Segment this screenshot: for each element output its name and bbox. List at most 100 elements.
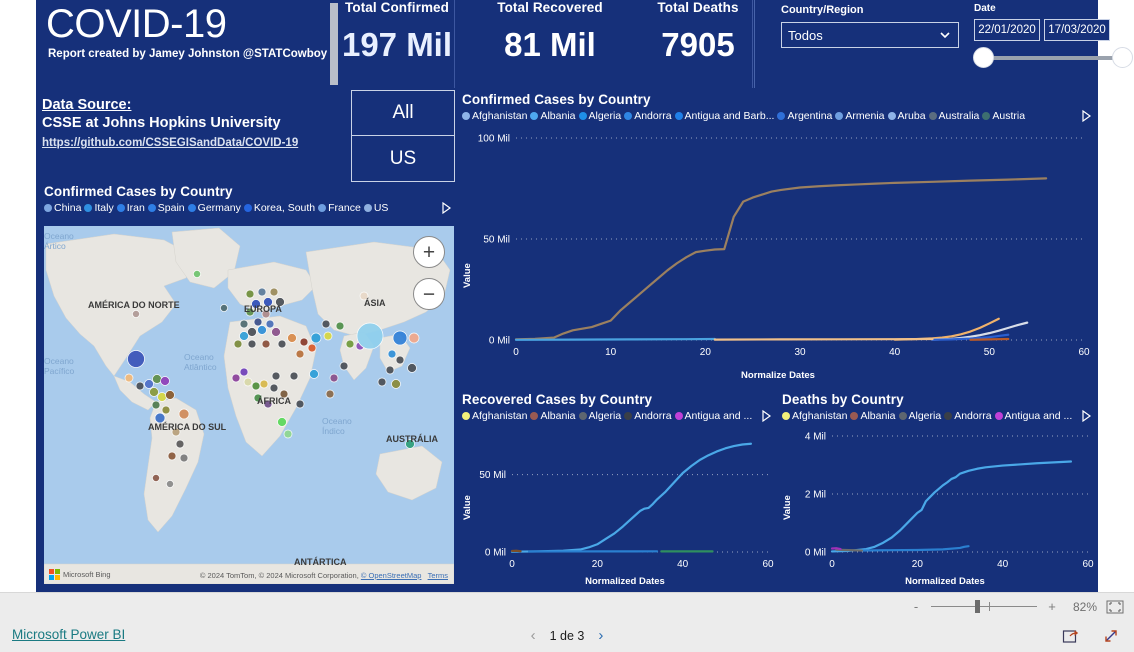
chart-legend-item[interactable]: Afghanistan bbox=[462, 410, 527, 422]
map-zoom-in-button[interactable]: + bbox=[413, 236, 445, 268]
legend-swatch-icon bbox=[578, 412, 587, 420]
bing-label: Microsoft Bing bbox=[63, 570, 111, 579]
page-navigator: ‹ 1 de 3 › bbox=[531, 619, 604, 652]
chart-series-line bbox=[510, 442, 753, 553]
map-visual: Confirmed Cases by Country China Italy Ira… bbox=[40, 180, 458, 588]
x-axis-tick-label: 20 bbox=[912, 559, 924, 570]
legend-swatch-icon bbox=[994, 412, 1003, 420]
map-zoom-out-button[interactable]: − bbox=[413, 278, 445, 310]
zoom-out-button[interactable]: - bbox=[910, 599, 922, 614]
chart-title: Recovered Cases by Country bbox=[462, 392, 653, 407]
x-axis-tick-label: 0 bbox=[509, 559, 515, 570]
ocean-label-indian: Oceano Índico bbox=[322, 416, 352, 436]
chart-legend-item[interactable]: Andorra bbox=[624, 410, 672, 422]
openstreetmap-link[interactable]: © OpenStreetMap bbox=[361, 571, 422, 580]
date-end-field[interactable]: 17/03/2020 bbox=[1044, 19, 1110, 41]
chart-legend-item[interactable]: Argentina bbox=[777, 110, 832, 122]
kpi-label: Total Confirmed bbox=[345, 0, 449, 15]
date-slider-track[interactable] bbox=[983, 56, 1117, 60]
chart-legend-item[interactable]: Algeria bbox=[578, 110, 621, 122]
chart-title: Confirmed Cases by Country bbox=[462, 92, 651, 107]
us-button[interactable]: US bbox=[351, 136, 455, 182]
chart-plot-area[interactable]: 0 Mil 50 Mil 0 20 40 60 bbox=[458, 428, 778, 581]
map-legend-item[interactable]: France bbox=[318, 202, 361, 214]
report-byline: Report created by Jamey Johnston @STATCo… bbox=[48, 48, 328, 60]
chart-legend-item[interactable]: Afghanistan bbox=[782, 410, 847, 422]
x-axis-tick-label: 60 bbox=[1082, 559, 1094, 570]
legend-next-arrow-icon[interactable] bbox=[1080, 409, 1092, 423]
chart-legend-item[interactable]: Andorra bbox=[624, 110, 672, 122]
chevron-left-icon[interactable]: ‹ bbox=[531, 627, 536, 644]
chart-legend-item[interactable]: Australia bbox=[928, 110, 979, 122]
zoom-slider-tick bbox=[989, 602, 990, 611]
kpi-separator bbox=[454, 0, 455, 88]
map-canvas[interactable]: AMÉRICA DO NORTE EUROPA ÁSIA ÁFRICA AMÉR… bbox=[42, 224, 456, 586]
chart-series-line bbox=[514, 177, 1048, 341]
terms-link[interactable]: Terms bbox=[428, 571, 448, 580]
bing-logo: Microsoft Bing bbox=[49, 569, 111, 580]
map-legend-item[interactable]: Iran bbox=[116, 202, 145, 214]
map-legend-item[interactable]: US bbox=[363, 202, 388, 214]
zoom-slider-thumb[interactable] bbox=[975, 600, 980, 613]
map-legend-item[interactable]: China bbox=[44, 202, 81, 214]
chart-legend-item[interactable]: Afghanistan bbox=[462, 110, 527, 122]
data-source-block: Data Source: CSSE at Johns Hopkins Unive… bbox=[42, 96, 372, 151]
x-axis-tick-label: 20 bbox=[592, 559, 604, 570]
kpi-total-recovered[interactable]: Total Recovered 81 Mil bbox=[470, 0, 630, 69]
kpi-total-confirmed[interactable]: Total Confirmed 197 Mil bbox=[322, 0, 472, 69]
chart-legend-item[interactable]: Antigua and Barb... bbox=[674, 110, 774, 122]
data-source-url[interactable]: https://github.com/CSSEGISandData/COVID-… bbox=[42, 135, 298, 151]
map-legend-item[interactable]: Korea, South bbox=[243, 202, 315, 214]
chart-series-line bbox=[830, 547, 842, 551]
chart-legend-item[interactable]: Albania bbox=[850, 410, 896, 422]
zoom-slider[interactable] bbox=[931, 600, 1037, 613]
power-bi-brand-link[interactable]: Microsoft Power BI bbox=[12, 627, 125, 642]
legend-swatch-icon bbox=[187, 204, 196, 212]
recovered-cases-chart: Recovered Cases by Country Afghanistan Al… bbox=[458, 388, 778, 592]
chevron-right-icon[interactable]: › bbox=[598, 627, 603, 644]
map-label-europe: EUROPA bbox=[244, 304, 282, 314]
legend-label: Albania bbox=[540, 110, 576, 122]
x-axis-tick-label: 20 bbox=[700, 347, 712, 358]
chart-plot-area[interactable]: 0 Mil 50 Mil 100 Mil 0 10 20 30 40 50 60 bbox=[458, 130, 1098, 375]
chart-legend-item[interactable]: Antigua and ... bbox=[674, 410, 752, 422]
chart-legend-item[interactable]: Austria bbox=[982, 110, 1025, 122]
date-slider-handle-left[interactable] bbox=[973, 47, 994, 68]
legend-next-arrow-icon[interactable] bbox=[440, 201, 452, 215]
share-icon[interactable] bbox=[1062, 627, 1080, 645]
date-start-field[interactable]: 22/01/2020 bbox=[974, 19, 1040, 41]
legend-label: Germany bbox=[197, 202, 241, 214]
legend-next-arrow-icon[interactable] bbox=[1080, 109, 1092, 123]
y-axis-tick-label: 4 Mil bbox=[805, 432, 826, 443]
map-legend-item[interactable]: Italy bbox=[84, 202, 114, 214]
chart-legend-item[interactable]: Andorra bbox=[944, 410, 992, 422]
legend-swatch-icon bbox=[318, 204, 327, 212]
country-slicer-dropdown[interactable]: Todos bbox=[781, 22, 959, 48]
chart-legend-item[interactable]: Albania bbox=[530, 410, 576, 422]
fullscreen-icon[interactable] bbox=[1102, 627, 1120, 645]
chart-legend-item[interactable]: Albania bbox=[530, 110, 576, 122]
zoom-in-button[interactable]: + bbox=[1046, 599, 1058, 614]
chart-legend-item[interactable]: Armenia bbox=[835, 110, 885, 122]
chart-plot-area[interactable]: 0 Mil 2 Mil 4 Mil 0 20 40 60 bbox=[778, 428, 1098, 581]
legend-label: Iran bbox=[126, 202, 145, 214]
map-label-south-america: AMÉRICA DO SUL bbox=[148, 422, 227, 432]
chart-legend-item[interactable]: Algeria bbox=[578, 410, 621, 422]
kpi-total-deaths[interactable]: Total Deaths 7905 bbox=[628, 0, 768, 69]
fit-to-page-icon[interactable] bbox=[1106, 600, 1124, 614]
chart-legend-item[interactable]: Antigua and ... bbox=[994, 410, 1072, 422]
chart-legend-item[interactable]: Aruba bbox=[887, 110, 926, 122]
x-axis-tick-label: 60 bbox=[762, 559, 774, 570]
legend-swatch-icon bbox=[898, 412, 907, 420]
chart-legend-item[interactable]: Algeria bbox=[898, 410, 942, 422]
all-button[interactable]: All bbox=[351, 90, 455, 136]
map-legend-item[interactable]: Spain bbox=[147, 202, 185, 214]
legend-next-arrow-icon[interactable] bbox=[760, 409, 772, 423]
date-slider-handle-right[interactable] bbox=[1112, 47, 1133, 68]
legend-label: China bbox=[54, 202, 82, 214]
legend-label: Andorra bbox=[634, 410, 672, 422]
legend-label: Italy bbox=[94, 202, 114, 214]
legend-label: Algeria bbox=[908, 410, 942, 422]
map-legend-item[interactable]: Germany bbox=[187, 202, 241, 214]
chart-svg: 0 Mil 50 Mil 0 20 40 60 bbox=[479, 442, 774, 570]
